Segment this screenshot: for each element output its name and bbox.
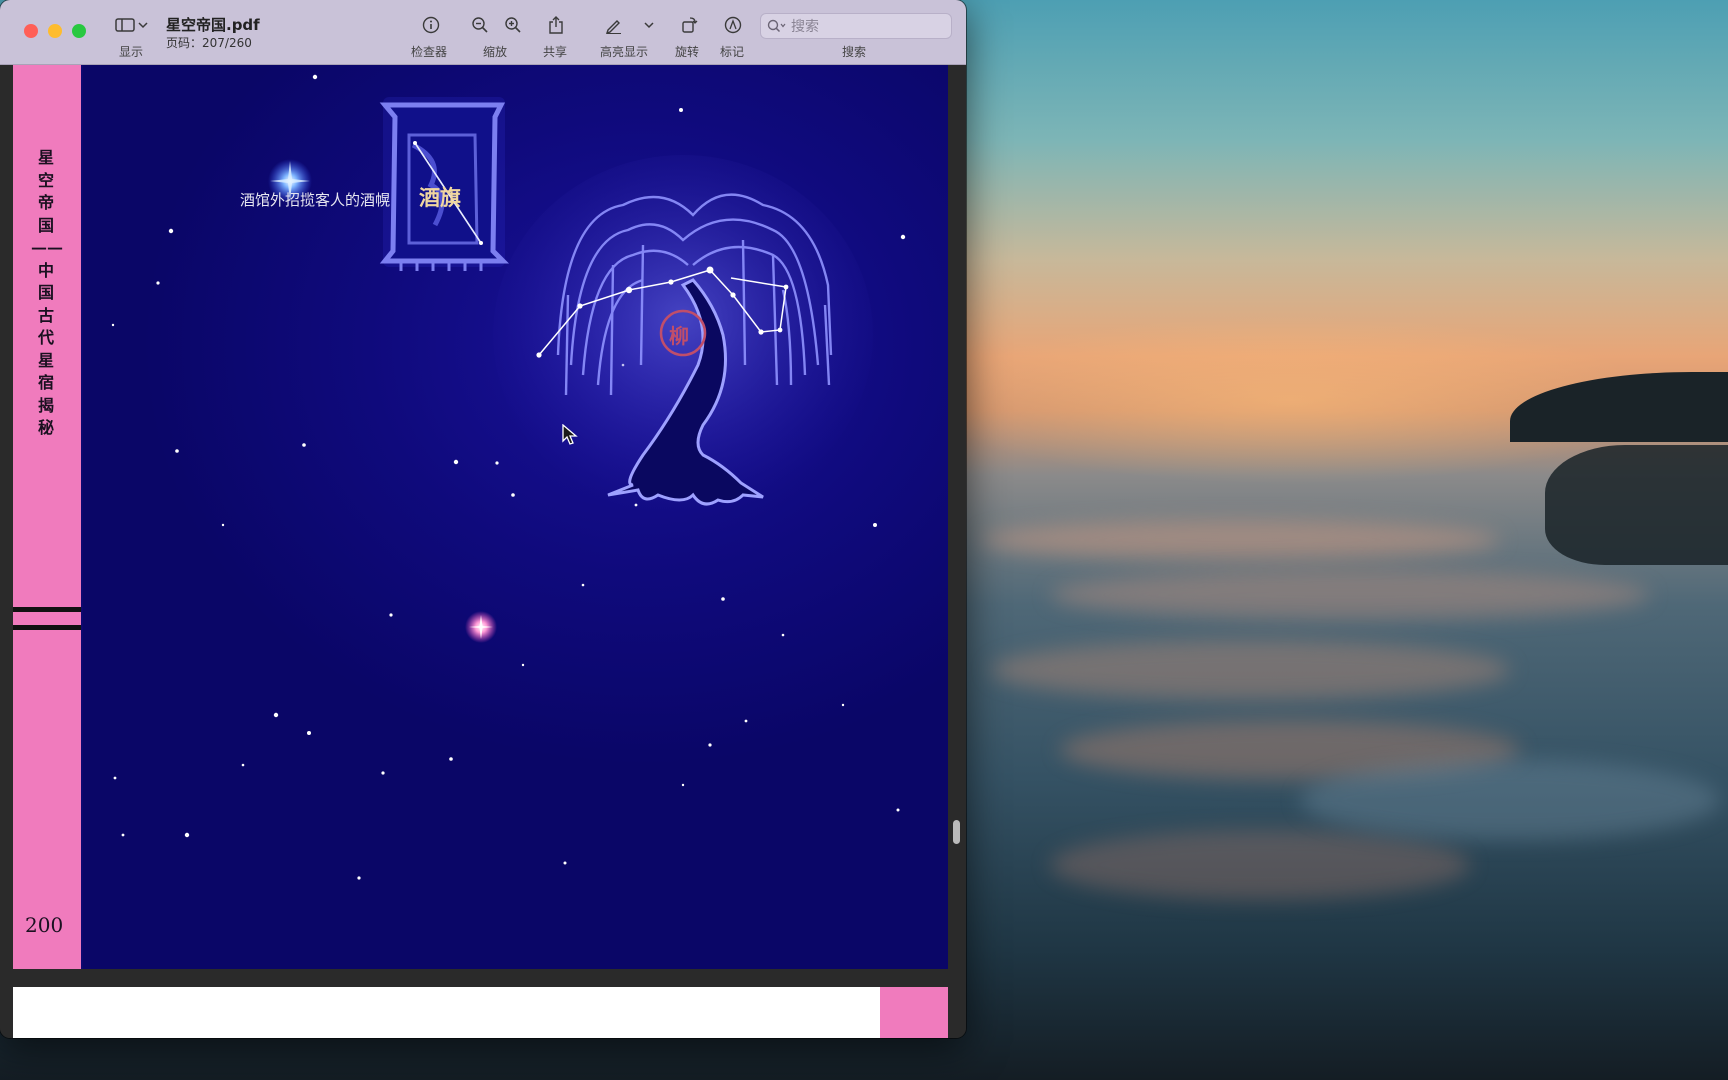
next-page-spine: [880, 987, 948, 1038]
zoom-label: 缩放: [483, 45, 508, 59]
view-label: 显示: [119, 45, 144, 59]
share-label: 共享: [543, 45, 568, 59]
share-icon[interactable]: [545, 14, 567, 36]
document-title: 星空帝国.pdf: [166, 16, 260, 34]
markup-icon[interactable]: [722, 14, 744, 36]
vertical-scrollbar[interactable]: [953, 820, 960, 844]
next-pdf-page: [13, 987, 948, 1038]
banner-text: 酒旗: [419, 185, 461, 210]
star-chart-illustration: 酒旗 柳 酒馆外招揽客人的酒幌: [83, 65, 948, 969]
page-spine: 星空帝国——中国古代星宿揭秘 200: [13, 65, 81, 969]
spine-title: 星空帝国——中国古代星宿揭秘: [31, 148, 63, 437]
background-stars: [111, 74, 906, 880]
pdf-page: 星空帝国——中国古代星宿揭秘 200 酒旗 柳 酒馆外招揽客人的酒幌: [13, 65, 948, 969]
zoom-in-icon[interactable]: [502, 14, 524, 36]
highlight-chevron-icon[interactable]: [642, 14, 656, 36]
spine-rule-top: [13, 607, 81, 612]
highlight-label: 高亮显示: [600, 45, 649, 59]
rotate-icon[interactable]: [678, 14, 700, 36]
zoom-out-icon[interactable]: [469, 14, 491, 36]
inspector-label: 检查器: [411, 45, 448, 59]
spine-rule-bottom: [13, 625, 81, 630]
minimize-button[interactable]: [48, 24, 62, 38]
preview-window: 显示 星空帝国.pdf 页码：207/260 检查器 缩放 共享 高亮显示 旋转…: [0, 0, 966, 1038]
star-field: 酒旗 柳: [111, 74, 906, 880]
zoom-window-button[interactable]: [72, 24, 86, 38]
search-icon: [767, 19, 789, 33]
page-indicator: 页码：207/260: [166, 36, 252, 50]
illustration-caption: 酒馆外招揽客人的酒幌: [240, 191, 391, 209]
close-button[interactable]: [24, 24, 38, 38]
page-number: 200: [25, 913, 64, 937]
document-view[interactable]: 星空帝国——中国古代星宿揭秘 200 酒旗 柳 酒馆外招揽客人的酒幌: [0, 65, 966, 1038]
window-toolbar: 显示 星空帝国.pdf 页码：207/260 检查器 缩放 共享 高亮显示 旋转…: [0, 0, 966, 65]
tree-seal-text: 柳: [669, 324, 689, 348]
chevron-down-icon[interactable]: [136, 14, 150, 36]
info-icon[interactable]: [420, 14, 442, 36]
search-label: 搜索: [842, 45, 867, 59]
highlight-pen-icon[interactable]: [603, 14, 625, 36]
rotate-label: 旋转: [675, 45, 700, 59]
sidebar-icon[interactable]: [114, 14, 136, 36]
search-input[interactable]: 搜索: [760, 13, 952, 39]
markup-label: 标记: [720, 45, 745, 59]
search-placeholder: 搜索: [791, 19, 819, 35]
mouse-cursor-icon: [562, 424, 578, 445]
wine-banner-drawing: [379, 97, 510, 271]
